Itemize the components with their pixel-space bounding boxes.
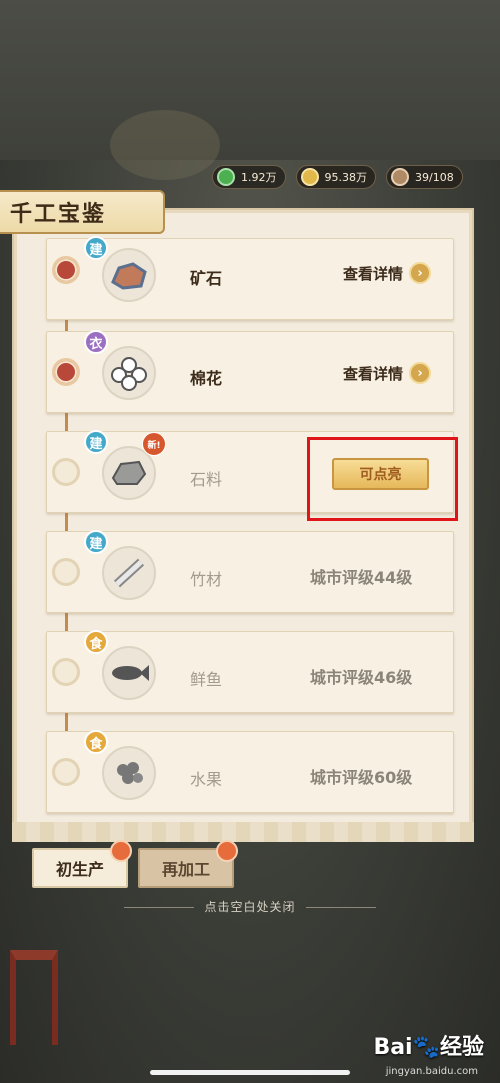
view-details-label: 查看详情 — [343, 364, 404, 383]
category-tag: 建 — [84, 530, 108, 554]
timeline-dot-unlit — [52, 658, 80, 686]
tab-label: 初生产 — [55, 860, 104, 879]
ore-icon — [102, 248, 156, 302]
fish-icon — [102, 646, 156, 700]
jade-coin-icon — [217, 168, 235, 186]
resource-workers: 39/108 — [386, 165, 463, 189]
category-tag: 食 — [84, 730, 108, 754]
resource-gold: 95.38万 — [295, 165, 376, 189]
view-details-button[interactable]: 查看详情 › — [343, 362, 432, 384]
new-badge: 新! — [142, 432, 166, 456]
unlock-requirement: 城市评级60级 — [310, 768, 413, 787]
resource-gold-value: 95.38万 — [324, 171, 368, 184]
cotton-icon — [102, 346, 156, 400]
timeline-dot-unlit — [52, 558, 80, 586]
background-gate-decoration — [10, 950, 58, 1045]
divider — [124, 907, 195, 908]
bamboo-icon — [102, 546, 156, 600]
tab-label: 再加工 — [161, 860, 210, 879]
item-name: 鲜鱼 — [190, 670, 223, 689]
category-tag: 建 — [84, 236, 108, 260]
item-name: 矿石 — [190, 269, 223, 288]
category-tag: 食 — [84, 630, 108, 654]
item-name: 棉花 — [190, 369, 223, 388]
timeline-dot-lit — [52, 358, 80, 386]
view-details-button[interactable]: 查看详情 › — [343, 262, 432, 284]
resource-jade-value: 1.92万 — [241, 171, 277, 184]
gold-coin-icon — [300, 168, 319, 186]
worker-icon — [391, 168, 409, 186]
resource-jade: 1.92万 — [212, 165, 286, 189]
item-name: 石料 — [190, 470, 223, 489]
resource-bar: 1.92万 95.38万 39/108 — [212, 165, 463, 189]
timeline-dot-unlit — [52, 758, 80, 786]
timeline-dot-unlit — [52, 458, 80, 486]
background-scene — [0, 0, 500, 160]
notification-dot — [110, 840, 132, 862]
unlock-requirement: 城市评级44级 — [310, 568, 413, 587]
resource-workers-value: 39/108 — [415, 170, 454, 184]
tab-primary-production[interactable]: 初生产 — [32, 840, 132, 888]
tab-reprocessing[interactable]: 再加工 — [138, 840, 238, 888]
notification-dot — [216, 840, 238, 862]
watermark-url: jingyan.baidu.com — [385, 1066, 478, 1077]
home-indicator[interactable] — [150, 1070, 350, 1075]
close-hint-text: 点击空白处关闭 — [204, 900, 296, 914]
unlock-requirement: 城市评级46级 — [310, 668, 413, 687]
highlight-annotation — [307, 437, 458, 521]
chevron-right-icon: › — [409, 262, 432, 284]
category-tag: 建 — [84, 430, 108, 454]
timeline-dot-lit — [52, 256, 80, 284]
close-hint[interactable]: 点击空白处关闭 — [0, 898, 500, 915]
fruit-icon — [102, 746, 156, 800]
item-name: 水果 — [190, 770, 223, 789]
panel-title: 千工宝鉴 — [0, 190, 165, 234]
background-tree-decoration — [110, 110, 220, 180]
chevron-right-icon: › — [409, 362, 432, 384]
view-details-label: 查看详情 — [343, 264, 404, 283]
watermark-logo: Bai🐾经验 — [373, 1035, 484, 1060]
divider — [305, 907, 376, 908]
item-name: 竹材 — [190, 570, 223, 589]
category-tag: 衣 — [84, 330, 108, 354]
panel-bottom-border — [12, 822, 474, 842]
